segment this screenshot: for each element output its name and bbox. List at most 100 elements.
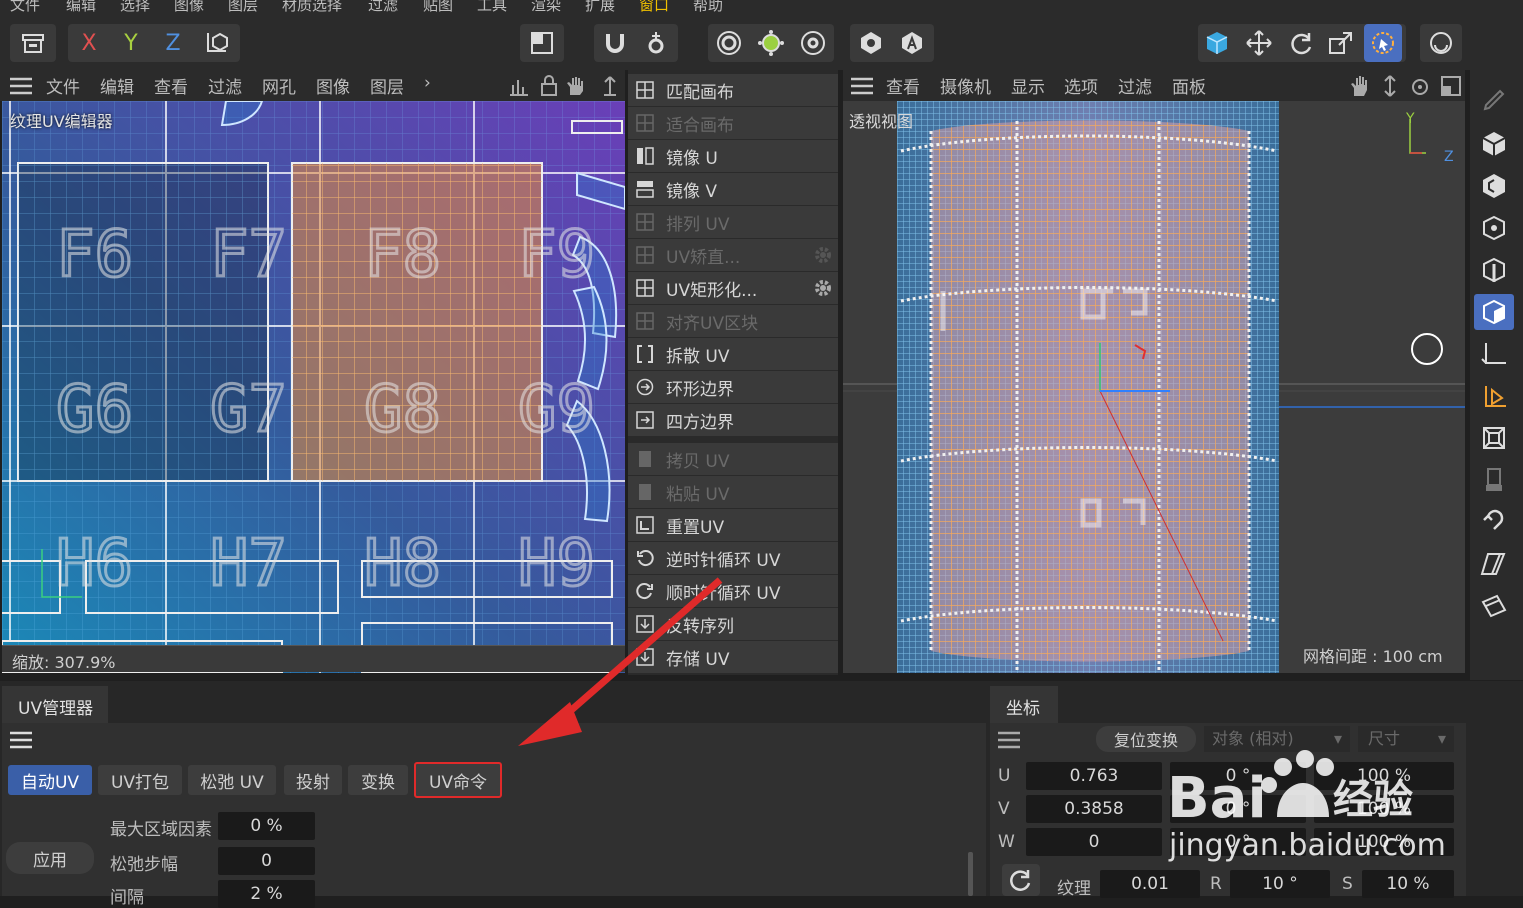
max-area-input[interactable]: 0 % — [218, 812, 315, 840]
points-icon[interactable] — [1474, 210, 1514, 246]
settings-gear-icon[interactable] — [812, 277, 834, 299]
menu-tools[interactable]: 工具 — [477, 0, 507, 14]
polygons-icon[interactable] — [1474, 294, 1514, 330]
menu-render[interactable]: 渲染 — [531, 0, 561, 14]
vp-menu-panel[interactable]: 面板 — [1172, 73, 1206, 98]
uv-menu-edit[interactable]: 编辑 — [100, 73, 134, 98]
texture-refresh-icon[interactable] — [1002, 864, 1040, 896]
plane-icon[interactable] — [1474, 588, 1514, 624]
uv-menu-more[interactable]: › — [424, 73, 431, 93]
uv-menu-layer[interactable]: 图层 — [370, 73, 404, 98]
uv-menu-view[interactable]: 查看 — [154, 73, 188, 98]
relax-steps-input[interactable]: 0 — [218, 847, 315, 875]
command-item[interactable]: 四方边界 — [628, 404, 838, 436]
vp-menu-options[interactable]: 选项 — [1064, 73, 1098, 98]
mesh-icon[interactable] — [1474, 168, 1514, 204]
command-item[interactable]: 环形边界 — [628, 371, 838, 403]
menu-texture[interactable]: 贴图 — [423, 0, 453, 14]
view-toggle-icon[interactable] — [523, 24, 561, 62]
tab-relax-uv[interactable]: 松弛 UV — [188, 765, 276, 795]
paint-icon[interactable] — [1474, 462, 1514, 498]
skew-icon[interactable] — [1474, 546, 1514, 582]
command-item: 排列 UV — [628, 206, 838, 238]
vp-menu-view[interactable]: 查看 — [886, 73, 920, 98]
hamburger-icon[interactable] — [10, 77, 32, 95]
command-item[interactable]: 匹配画布 — [628, 74, 838, 106]
vp-menu-filter[interactable]: 过滤 — [1118, 73, 1152, 98]
move-tool-icon[interactable] — [1240, 24, 1278, 62]
menu-select[interactable]: 选择 — [120, 0, 150, 14]
axis-z-lock[interactable]: Z — [154, 24, 192, 62]
axis-y-lock[interactable]: Y — [112, 24, 150, 62]
uv-manager-tab[interactable]: UV管理器 — [2, 686, 108, 724]
coords-tab[interactable]: 坐标 — [990, 686, 1058, 724]
viewport-hamburger-icon[interactable] — [851, 77, 873, 95]
spline-icon[interactable] — [1422, 24, 1460, 62]
rotate-uv-icon[interactable] — [1474, 504, 1514, 540]
model-icon[interactable] — [1474, 126, 1514, 162]
coordinate-system-icon[interactable] — [198, 24, 236, 62]
undo-icon[interactable] — [14, 24, 52, 62]
tab-uv-pack[interactable]: UV打包 — [98, 765, 182, 795]
command-item[interactable]: 重置UV — [628, 509, 838, 541]
snap-magnet-icon[interactable] — [596, 24, 634, 62]
pen-icon[interactable] — [1474, 82, 1514, 118]
menu-help[interactable]: 帮助 — [693, 0, 723, 14]
uv-menu-file[interactable]: 文件 — [46, 73, 80, 98]
uv-menu-image[interactable]: 图像 — [316, 73, 350, 98]
uv-manager-scrollbar[interactable] — [968, 852, 973, 896]
coord-w-pos[interactable]: 0 — [1026, 828, 1162, 856]
tab-projection[interactable]: 投射 — [284, 765, 342, 795]
edges-icon[interactable] — [1474, 252, 1514, 288]
command-label: 环形边界 — [666, 380, 734, 400]
apply-button[interactable]: 应用 — [6, 842, 94, 874]
axis-icon[interactable] — [1474, 336, 1514, 372]
menu-image[interactable]: 图像 — [174, 0, 204, 14]
menu-window[interactable]: 窗口 — [639, 0, 669, 14]
uv-menu-filter[interactable]: 过滤 — [208, 73, 242, 98]
menu-extend[interactable]: 扩展 — [585, 0, 615, 14]
render-view-icon[interactable] — [852, 24, 890, 62]
circle-arrow-icon — [636, 378, 654, 396]
r-input[interactable]: 10 ° — [1230, 870, 1330, 898]
texture-input[interactable]: 0.01 — [1100, 870, 1200, 898]
workplane-icon[interactable] — [794, 24, 832, 62]
viewport-nav-icons[interactable] — [1350, 74, 1462, 98]
model-mode-icon[interactable] — [710, 24, 748, 62]
axis-x-lock[interactable]: X — [70, 24, 108, 62]
s-input[interactable]: 10 % — [1362, 870, 1454, 898]
menu-layer[interactable]: 图层 — [228, 0, 258, 14]
tab-uv-commands[interactable]: UV命令 — [414, 762, 502, 798]
render-active-icon[interactable] — [893, 24, 931, 62]
menu-edit[interactable]: 编辑 — [66, 0, 96, 14]
menu-filter[interactable]: 过滤 — [368, 0, 398, 14]
field-label-relax-steps: 松弛步幅 — [110, 855, 178, 875]
command-item[interactable]: 镜像 U — [628, 140, 838, 172]
command-item[interactable]: 拆散 UV — [628, 338, 838, 370]
menu-file[interactable]: 文件 — [10, 0, 40, 14]
tab-transform[interactable]: 变换 — [348, 765, 408, 795]
uv-manager-menu-icon[interactable] — [10, 731, 32, 749]
uv-nav-icons[interactable] — [508, 75, 618, 97]
object-cube-icon[interactable] — [1198, 24, 1236, 62]
live-select-icon[interactable] — [1364, 24, 1402, 62]
snap-grid-icon[interactable] — [1474, 420, 1514, 456]
coords-menu-icon[interactable] — [998, 731, 1020, 749]
spacing-input[interactable]: 2 % — [218, 880, 315, 908]
coord-v-pos[interactable]: 0.3858 — [1026, 795, 1162, 823]
command-item[interactable]: 镜像 V — [628, 173, 838, 205]
texture-mode-icon[interactable] — [752, 24, 790, 62]
tweak-icon[interactable] — [1474, 378, 1514, 414]
command-item[interactable]: UV矩形化... — [628, 272, 838, 304]
snap-settings-icon[interactable] — [637, 24, 675, 62]
grid-icon — [636, 279, 654, 297]
menu-material-select[interactable]: 材质选择 — [282, 0, 342, 14]
vp-menu-display[interactable]: 显示 — [1011, 73, 1045, 98]
vp-menu-camera[interactable]: 摄像机 — [940, 73, 991, 98]
uv-menu-mesh[interactable]: 网孔 — [262, 73, 296, 98]
perspective-viewport[interactable]: Y Z — [843, 101, 1465, 673]
coord-u-pos[interactable]: 0.763 — [1026, 762, 1162, 790]
rotate-tool-icon[interactable] — [1282, 24, 1320, 62]
scale-tool-icon[interactable] — [1322, 24, 1360, 62]
tab-auto-uv[interactable]: 自动UV — [8, 765, 92, 795]
